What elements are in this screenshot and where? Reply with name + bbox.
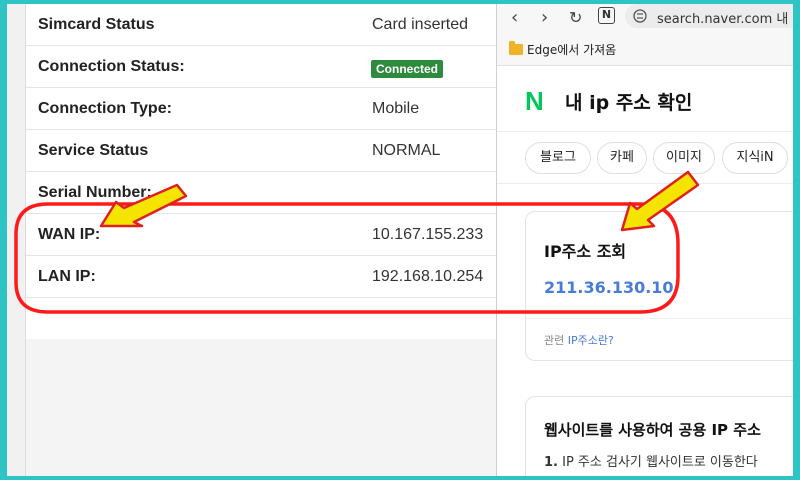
url-suffix: 내	[776, 12, 789, 27]
tab-blog[interactable]: 블로그	[525, 142, 591, 174]
search-query[interactable]: 내 ip 주소 확인	[565, 88, 692, 115]
row-label: Connection Type:	[38, 100, 172, 117]
step-number: 1.	[544, 455, 558, 470]
ip-lookup-card: IP주소 조회 211.36.130.10 관련 IP주소란?	[525, 211, 793, 361]
naver-tab-icon[interactable]: N	[598, 7, 615, 24]
browser-toolbar: ‹ › ↻ N search.naver.com 내	[497, 4, 793, 34]
card-divider	[526, 318, 793, 319]
row-value: NORMAL	[372, 142, 441, 159]
search-tabs: 블로그 카페 이미지 지식iN	[497, 132, 793, 184]
bookmarks-bar: Edge에서 가져옴	[497, 34, 793, 66]
screenshot-frame: Simcard Status Card inserted Connection …	[7, 4, 793, 476]
row-label: Connection Status:	[38, 58, 185, 75]
url-host: search.naver.com	[657, 12, 773, 27]
public-ip-value: 211.36.130.10	[544, 278, 674, 297]
step-text: IP 주소 검사기 웹사이트로 이동한다	[562, 455, 758, 470]
router-footer	[25, 339, 497, 476]
row-label: Simcard Status	[38, 16, 155, 33]
guide-heading[interactable]: 웹사이트를 사용하여 공용 IP 주소	[544, 419, 761, 440]
router-status-panel: Simcard Status Card inserted Connection …	[7, 4, 498, 476]
row-label: Serial Number:	[38, 184, 152, 201]
table-row-connection-status: Connection Status: Connected	[26, 46, 498, 88]
row-value: Card inserted	[372, 16, 469, 33]
row-label: Service Status	[38, 142, 149, 159]
guide-card: 웹사이트를 사용하여 공용 IP 주소 1. IP 주소 검사기 웹사이트로 이…	[525, 396, 793, 476]
address-bar[interactable]: search.naver.com 내	[625, 4, 793, 28]
tab-images[interactable]: 이미지	[653, 142, 715, 174]
reload-icon[interactable]: ↻	[569, 8, 582, 27]
row-label: LAN IP:	[38, 268, 96, 285]
related-link[interactable]: IP주소란?	[568, 334, 614, 347]
table-row-wan-ip: WAN IP: 10.167.155.233	[26, 214, 498, 256]
card-title: IP주소 조회	[544, 242, 627, 261]
folder-icon[interactable]	[509, 41, 523, 55]
naver-logo[interactable]: N	[525, 88, 544, 114]
table-row-connection-type: Connection Type: Mobile	[26, 88, 498, 130]
tab-kin[interactable]: 지식iN	[722, 142, 788, 174]
table-row-lan-ip: LAN IP: 192.168.10.254	[26, 256, 498, 298]
row-label: WAN IP:	[38, 226, 101, 243]
related-links: 관련 IP주소란?	[544, 332, 614, 348]
status-badge: Connected	[371, 60, 444, 78]
table-row-simcard: Simcard Status Card inserted	[26, 4, 498, 46]
url-text: search.naver.com 내	[657, 8, 788, 27]
row-value: Mobile	[372, 100, 420, 117]
guide-step: 1. IP 주소 검사기 웹사이트로 이동한다	[544, 451, 758, 470]
row-value: 10.167.155.233	[372, 226, 484, 243]
naver-search-header: N 내 ip 주소 확인	[497, 66, 793, 132]
related-prefix: 관련	[544, 334, 565, 347]
tab-cafe[interactable]: 카페	[597, 142, 647, 174]
table-row-serial-number: Serial Number:	[26, 172, 498, 214]
bookmark-folder-edge[interactable]: Edge에서 가져옴	[527, 41, 616, 58]
forward-icon[interactable]: ›	[541, 7, 548, 28]
router-status-table: Simcard Status Card inserted Connection …	[25, 4, 498, 339]
browser-window: ‹ › ↻ N search.naver.com 내 Edge에서 가져옴 N …	[496, 4, 793, 476]
row-value: 192.168.10.254	[372, 268, 484, 285]
back-icon[interactable]: ‹	[511, 7, 518, 28]
site-info-icon[interactable]	[633, 9, 647, 23]
table-row-service-status: Service Status NORMAL	[26, 130, 498, 172]
